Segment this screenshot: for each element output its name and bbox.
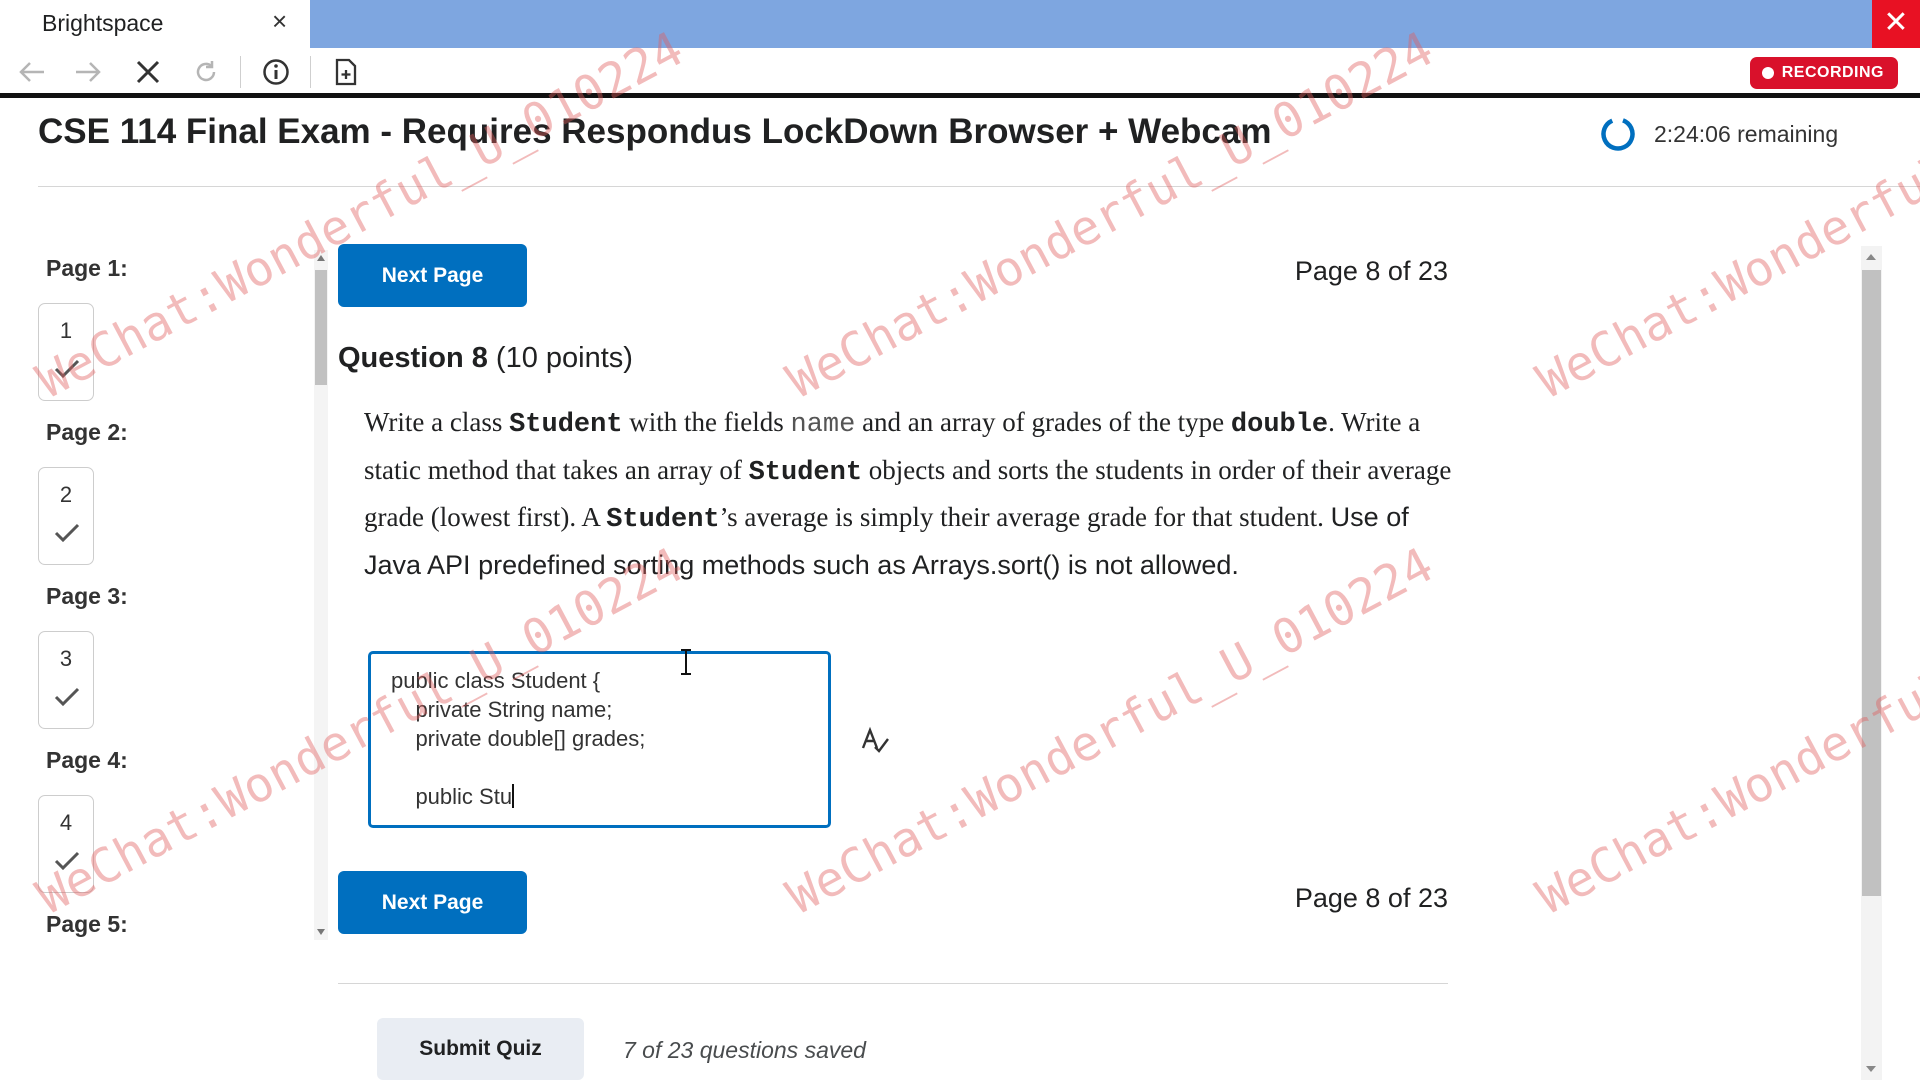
footer-divider [338,983,1448,984]
question-number: 3 [59,646,73,671]
nav-scrollbar[interactable] [314,250,328,940]
question-text-part: ’s average is simply their average grade… [719,502,1331,532]
question-number: 4 [59,810,73,835]
page-navigation: Page 1: 1 Page 2: 2 Page 3: 3 Page 4: 4 … [0,245,330,940]
nav-page-label: Page 1: [46,255,128,281]
recording-badge: RECORDING [1749,57,1898,89]
page-indicator: Page 8 of 23 [1294,256,1448,286]
submit-quiz-button[interactable]: Submit Quiz [377,1018,584,1080]
next-page-button[interactable]: Next Page [338,244,527,307]
window-close-button[interactable]: ✕ [1872,0,1920,48]
checkmark-icon [54,687,80,707]
browser-tab[interactable]: Brightspace × [0,0,310,48]
code-term: name [790,410,856,440]
nav-page-label: Page 5: [46,911,128,937]
arrow-left-icon [19,62,44,82]
saved-status: 7 of 23 questions saved [623,1037,866,1063]
toolbar-divider [240,56,241,88]
code-term: Student [606,505,720,535]
question-number: 1 [59,318,73,343]
question-text: Write a class Student with the fields na… [364,400,1454,587]
header-divider [38,186,1920,187]
toolbar-divider [310,56,311,88]
scroll-down-icon[interactable] [317,929,325,935]
tab-title: Brightspace [42,10,164,36]
main-scroll-thumb[interactable] [1862,270,1881,896]
question-points: (10 points) [495,342,633,374]
back-button[interactable] [12,54,52,90]
question-text-part: Write a class [364,407,510,437]
timer: 2:24:06 remaining [1600,116,1838,152]
browser-titlebar: Brightspace × ✕ [0,0,1920,48]
spell-check-icon[interactable] [860,726,890,756]
stop-button[interactable] [128,54,168,90]
reload-button[interactable] [186,54,226,90]
nav-scroll-thumb[interactable] [315,270,327,385]
stop-x-icon [136,60,160,84]
answer-text: public class Student { private String na… [391,668,646,809]
page-indicator: Page 8 of 23 [1294,883,1448,913]
code-term: double [1230,410,1329,440]
info-icon [263,59,289,85]
time-remaining: 2:24:06 remaining [1654,120,1839,147]
next-page-button[interactable]: Next Page [338,871,527,934]
answer-textarea[interactable]: public class Student { private String na… [368,651,831,828]
question-text-part: and an array of grades of the type [855,407,1231,437]
page-title: CSE 114 Final Exam - Requires Respondus … [38,112,1272,151]
code-term: Student [509,410,623,440]
main-scrollbar[interactable] [1861,246,1882,1080]
checkmark-icon [54,851,80,871]
scroll-up-icon[interactable] [1866,254,1876,260]
forward-button[interactable] [68,54,108,90]
nav-question-box[interactable]: 1 [38,303,94,401]
document-add-icon [335,58,357,86]
question-text-part: with the fields [622,407,791,437]
recording-label: RECORDING [1781,64,1884,81]
nav-question-box[interactable]: 2 [38,467,94,565]
nav-page-label: Page 4: [46,747,128,773]
code-term: Student [748,457,863,488]
timer-ring-icon [1601,117,1635,151]
nav-page-label: Page 2: [46,419,128,445]
new-page-button[interactable] [326,54,366,90]
scroll-down-icon[interactable] [1866,1066,1876,1072]
checkmark-icon [54,359,80,379]
tab-close-icon[interactable]: × [272,6,287,37]
text-cursor-icon [681,649,691,675]
question-title: Question 8 [338,342,488,374]
info-button[interactable] [256,54,296,90]
checkmark-icon [54,523,80,543]
nav-page-label: Page 3: [46,583,128,609]
scroll-up-icon[interactable] [317,255,325,261]
nav-question-box[interactable]: 3 [38,631,94,729]
arrow-right-icon [76,62,101,82]
browser-toolbar: RECORDING [0,48,1920,98]
question-number: 2 [59,482,73,507]
nav-question-box[interactable]: 4 [38,795,94,893]
text-caret [512,784,515,808]
reload-icon [196,61,216,82]
question-heading: Question 8 (10 points) [338,342,633,375]
record-dot-icon [1761,67,1774,79]
